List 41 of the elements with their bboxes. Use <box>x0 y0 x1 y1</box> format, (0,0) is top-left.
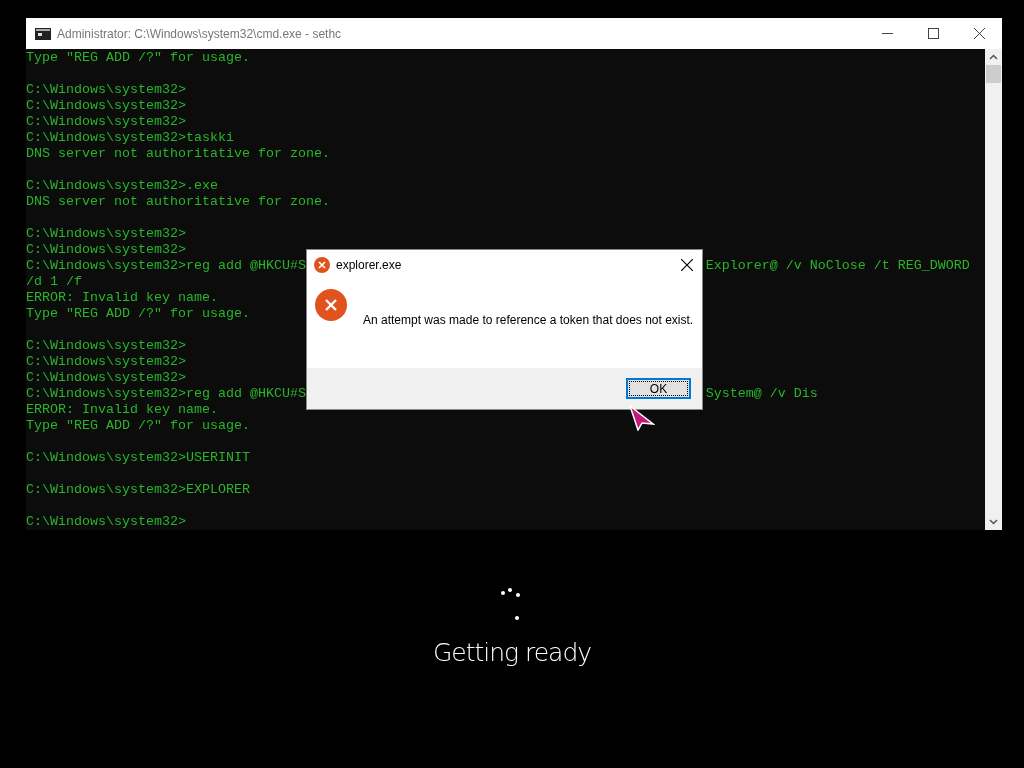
console-line: C:\Windows\system32> <box>26 514 186 530</box>
scroll-up-icon <box>989 54 998 60</box>
console-line: C:\Windows\system32>taskki <box>26 130 234 146</box>
console-line: ERROR: Invalid key name. <box>26 290 218 306</box>
dialog-title: explorer.exe <box>336 256 402 274</box>
console-line: C:\Windows\system32>reg add @HKCU#S <box>26 258 306 274</box>
error-message: An attempt was made to reference a token that does not exist. <box>363 312 694 329</box>
console-line: C:\Windows\system32>.exe <box>26 178 218 194</box>
console-line: Explorer@ /v NoClose /t REG_DWORD <box>705 258 970 274</box>
console-line: Type "REG ADD /?" for usage. <box>26 50 250 66</box>
console-line: System@ /v Dis <box>705 386 818 402</box>
console-line: C:\Windows\system32> <box>26 98 186 114</box>
close-icon <box>681 258 693 271</box>
scroll-thumb[interactable] <box>986 65 1001 83</box>
console-line: ERROR: Invalid key name. <box>26 402 218 418</box>
error-icon <box>315 289 347 321</box>
console-line: C:\Windows\system32> <box>26 242 186 258</box>
console-line: DNS server not authoritative for zone. <box>26 194 330 210</box>
minimize-icon <box>881 33 893 34</box>
console-line: C:\Windows\system32> <box>26 114 186 130</box>
console-line: C:\Windows\system32> <box>26 226 186 242</box>
error-icon <box>314 256 330 273</box>
console-line: /d 1 /f <box>26 274 82 290</box>
window-title: Administrator: C:\Windows\system32\cmd.exe - sethc <box>57 25 342 43</box>
console-line: C:\Windows\system32> <box>26 82 186 98</box>
status-text: Getting ready <box>432 638 592 667</box>
console-line: C:\Windows\system32>USERINIT <box>26 450 250 466</box>
console-line: C:\Windows\system32> <box>26 370 186 386</box>
maximize-icon <box>927 28 939 39</box>
console-line: C:\Windows\system32> <box>26 338 186 354</box>
console-line: Type "REG ADD /?" for usage. <box>26 306 250 322</box>
scroll-down-icon <box>989 519 998 525</box>
console-icon <box>35 27 51 40</box>
console-line: Type "REG ADD /?" for usage. <box>26 418 250 434</box>
ok-button[interactable]: OK <box>626 378 691 399</box>
console-line: C:\Windows\system32> <box>26 354 186 370</box>
console-line: C:\Windows\system32>EXPLORER <box>26 482 250 498</box>
scrollbar[interactable] <box>985 49 1002 530</box>
console-line: C:\Windows\system32>reg add @HKCU#S <box>26 386 306 402</box>
console-line: DNS server not authoritative for zone. <box>26 146 330 162</box>
close-icon <box>973 28 985 39</box>
